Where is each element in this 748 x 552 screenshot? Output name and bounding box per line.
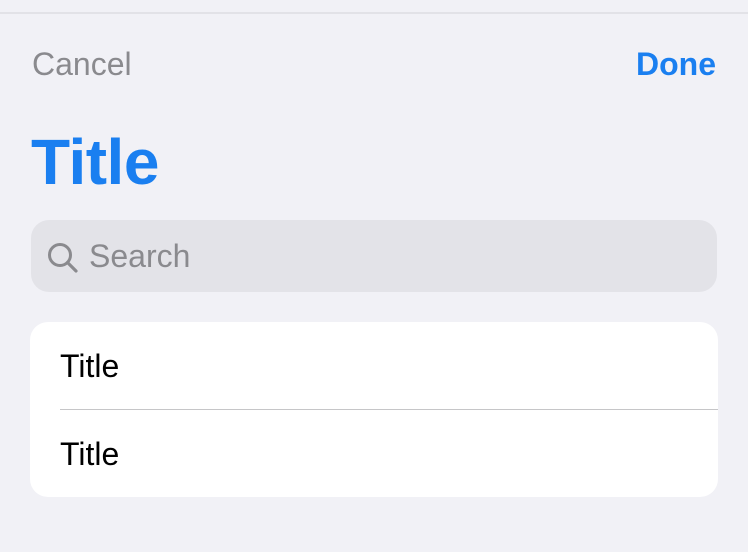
list-item[interactable]: Title xyxy=(30,410,718,497)
cancel-button[interactable]: Cancel xyxy=(32,44,132,84)
list-item[interactable]: Title xyxy=(30,322,718,409)
search-bar[interactable] xyxy=(31,220,717,292)
list-item-label: Title xyxy=(60,348,120,384)
list-card: Title Title xyxy=(30,322,718,497)
search-icon xyxy=(48,243,78,273)
top-divider xyxy=(0,12,748,14)
done-button[interactable]: Done xyxy=(636,44,716,84)
page-title: Title xyxy=(31,126,159,198)
list-item-label: Title xyxy=(60,436,120,472)
search-input[interactable] xyxy=(89,234,689,278)
